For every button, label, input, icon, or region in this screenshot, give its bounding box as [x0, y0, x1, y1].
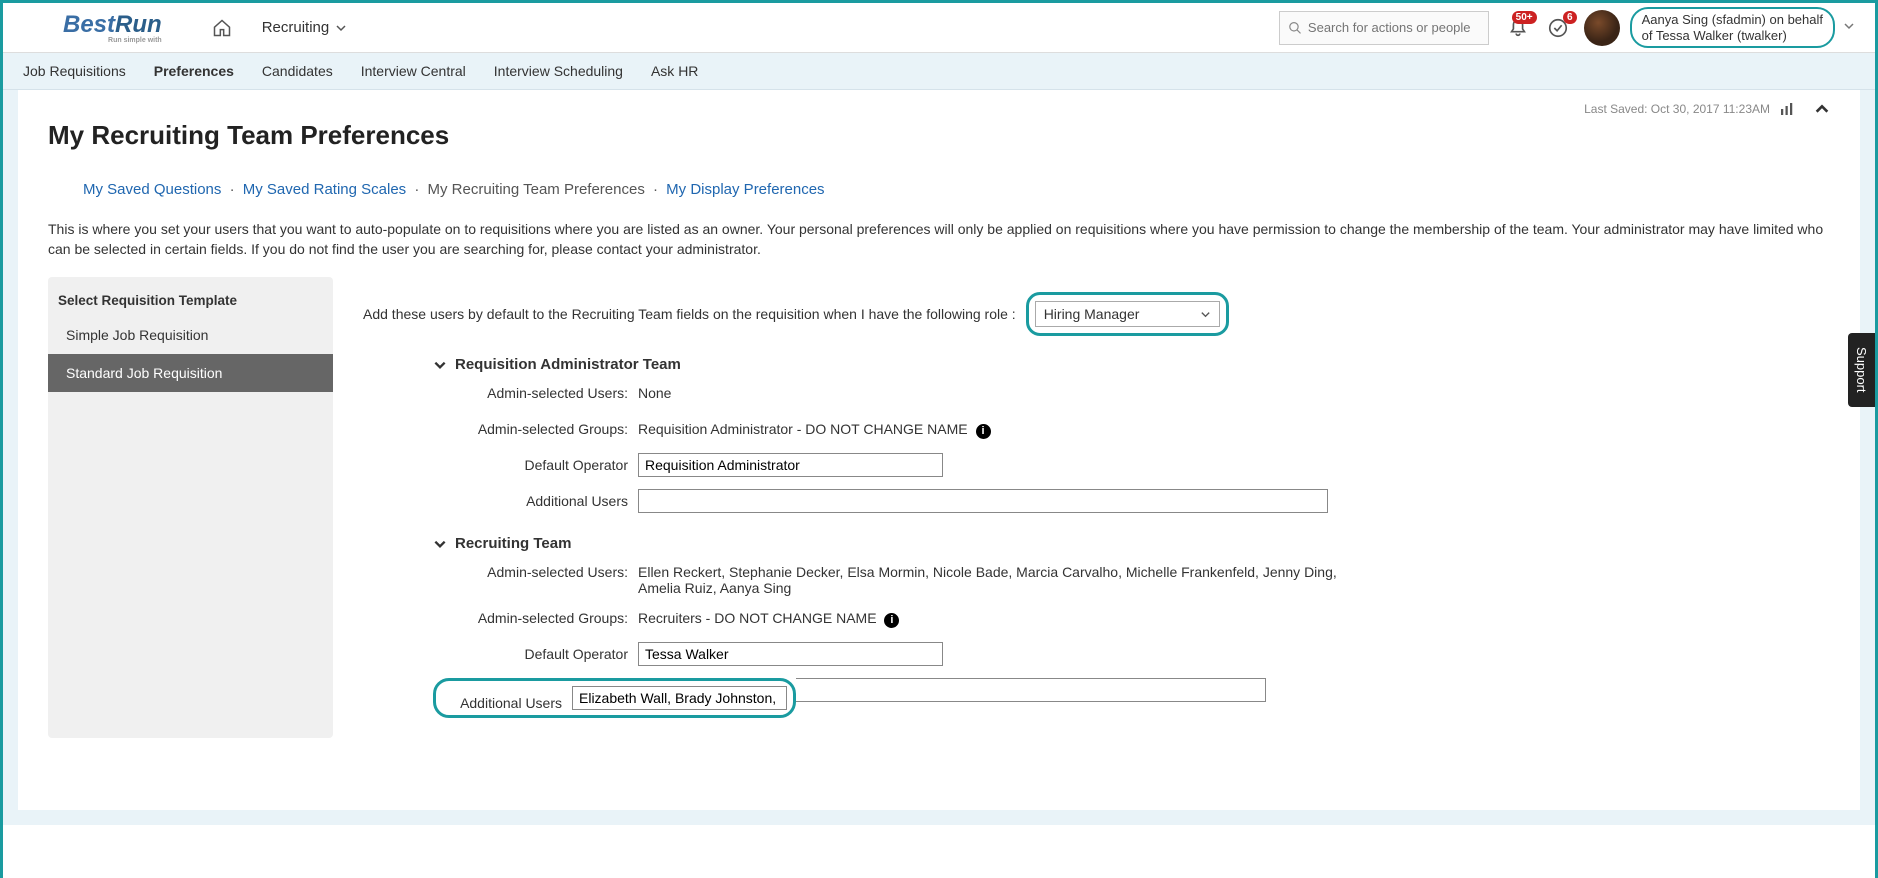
template-sidebar: Select Requisition Template Simple Job R… [48, 277, 333, 738]
sidebar-title: Select Requisition Template [48, 285, 333, 316]
input-default-op-2[interactable] [638, 642, 943, 666]
subnav-candidates[interactable]: Candidates [262, 63, 333, 79]
sidebar-item-standard-req[interactable]: Standard Job Requisition [48, 354, 333, 392]
chevron-down-icon [433, 358, 447, 372]
label-admin-users-2: Admin-selected Users: [433, 560, 638, 580]
subnav-interview-scheduling[interactable]: Interview Scheduling [494, 63, 623, 79]
todos-badge: 6 [1563, 11, 1577, 24]
brand-run: Run [115, 11, 162, 38]
label-default-op-1: Default Operator [433, 453, 638, 473]
main-column: Add these users by default to the Recrui… [363, 277, 1830, 738]
input-default-op-1[interactable] [638, 453, 943, 477]
last-saved: Last Saved: Oct 30, 2017 11:23AM [1584, 102, 1770, 116]
home-icon[interactable] [212, 18, 232, 38]
additional-users-highlight: Additional Users [433, 678, 796, 718]
breadcrumb: My Saved Questions · My Saved Rating Sca… [83, 181, 1830, 198]
subnav-job-requisitions[interactable]: Job Requisitions [23, 63, 126, 79]
role-select[interactable]: Hiring Manager [1035, 301, 1220, 327]
info-icon[interactable]: i [884, 613, 899, 628]
search-input[interactable] [1308, 20, 1480, 35]
section-title-2: Recruiting Team [455, 535, 571, 552]
collapse-icon[interactable] [1814, 101, 1830, 120]
label-additional-2: Additional Users [442, 685, 572, 711]
label-additional-1: Additional Users [433, 489, 638, 509]
chevron-down-icon [335, 22, 347, 34]
role-prompt: Add these users by default to the Recrui… [363, 306, 1016, 322]
admin-groups-text-2: Recruiters - DO NOT CHANGE NAME [638, 610, 877, 626]
input-additional-1[interactable] [638, 489, 1328, 513]
page-wrapper: Last Saved: Oct 30, 2017 11:23AM My Recr… [3, 90, 1875, 825]
support-tab[interactable]: Support [1848, 333, 1875, 407]
section-recruiting-team: Recruiting Team Admin-selected Users: El… [433, 535, 1830, 718]
main-panel: Last Saved: Oct 30, 2017 11:23AM My Recr… [18, 90, 1860, 810]
info-icon[interactable]: i [976, 424, 991, 439]
brand-tagline: Run simple with [63, 37, 162, 44]
section-req-admin-team: Requisition Administrator Team Admin-sel… [433, 356, 1830, 515]
chevron-down-icon [1200, 309, 1211, 320]
subnav-interview-central[interactable]: Interview Central [361, 63, 466, 79]
chart-icon[interactable] [1778, 100, 1796, 121]
support-label: Support [1854, 347, 1869, 393]
subnav-ask-hr[interactable]: Ask HR [651, 63, 698, 79]
input-additional-2[interactable] [572, 686, 787, 710]
user-menu-chevron[interactable] [1843, 20, 1855, 35]
user-line2: of Tessa Walker (twalker) [1642, 28, 1823, 44]
page-title: My Recruiting Team Preferences [48, 120, 1830, 151]
subnav-preferences[interactable]: Preferences [154, 63, 234, 79]
breadcrumb-display-prefs[interactable]: My Display Preferences [666, 181, 824, 198]
label-default-op-2: Default Operator [433, 642, 638, 662]
chevron-down-icon [433, 537, 447, 551]
module-dropdown[interactable]: Recruiting [262, 19, 348, 36]
role-select-value: Hiring Manager [1044, 306, 1140, 322]
brand-best: Best [63, 11, 115, 38]
notifications-button[interactable]: 50+ [1507, 17, 1529, 39]
brand-logo[interactable]: BestRun Run simple with [63, 11, 162, 44]
notif-badge: 50+ [1512, 11, 1537, 24]
label-admin-users-1: Admin-selected Users: [433, 381, 638, 401]
sub-nav: Job Requisitions Preferences Candidates … [3, 53, 1875, 90]
module-label: Recruiting [262, 19, 330, 36]
section-title-1: Requisition Administrator Team [455, 356, 681, 373]
proxy-user-chip[interactable]: Aanya Sing (sfadmin) on behalf of Tessa … [1630, 7, 1835, 48]
admin-groups-text-1: Requisition Administrator - DO NOT CHANG… [638, 421, 968, 437]
breadcrumb-current: My Recruiting Team Preferences [428, 181, 645, 198]
sidebar-item-simple-req[interactable]: Simple Job Requisition [48, 316, 333, 354]
role-select-highlight: Hiring Manager [1026, 292, 1229, 336]
value-admin-users-1: None [638, 381, 1338, 401]
chevron-down-icon [1843, 20, 1855, 32]
value-admin-groups-1: Requisition Administrator - DO NOT CHANG… [638, 417, 1338, 439]
breadcrumb-rating-scales[interactable]: My Saved Rating Scales [243, 181, 406, 198]
todos-button[interactable]: 6 [1547, 17, 1569, 39]
label-admin-groups-2: Admin-selected Groups: [433, 606, 638, 626]
value-admin-groups-2: Recruiters - DO NOT CHANGE NAME i [638, 606, 1338, 628]
top-bar: BestRun Run simple with Recruiting 50+ 6… [3, 3, 1875, 53]
value-admin-users-2: Ellen Reckert, Stephanie Decker, Elsa Mo… [638, 560, 1338, 596]
intro-text: This is where you set your users that yo… [48, 220, 1830, 259]
avatar[interactable] [1584, 10, 1620, 46]
section-header-2[interactable]: Recruiting Team [433, 535, 1830, 552]
input-additional-2-ext[interactable] [796, 678, 1266, 702]
user-line1: Aanya Sing (sfadmin) on behalf [1642, 12, 1823, 28]
section-header-1[interactable]: Requisition Administrator Team [433, 356, 1830, 373]
search-icon [1288, 20, 1302, 36]
label-admin-groups-1: Admin-selected Groups: [433, 417, 638, 437]
breadcrumb-saved-questions[interactable]: My Saved Questions [83, 181, 221, 198]
global-search[interactable] [1279, 11, 1489, 45]
